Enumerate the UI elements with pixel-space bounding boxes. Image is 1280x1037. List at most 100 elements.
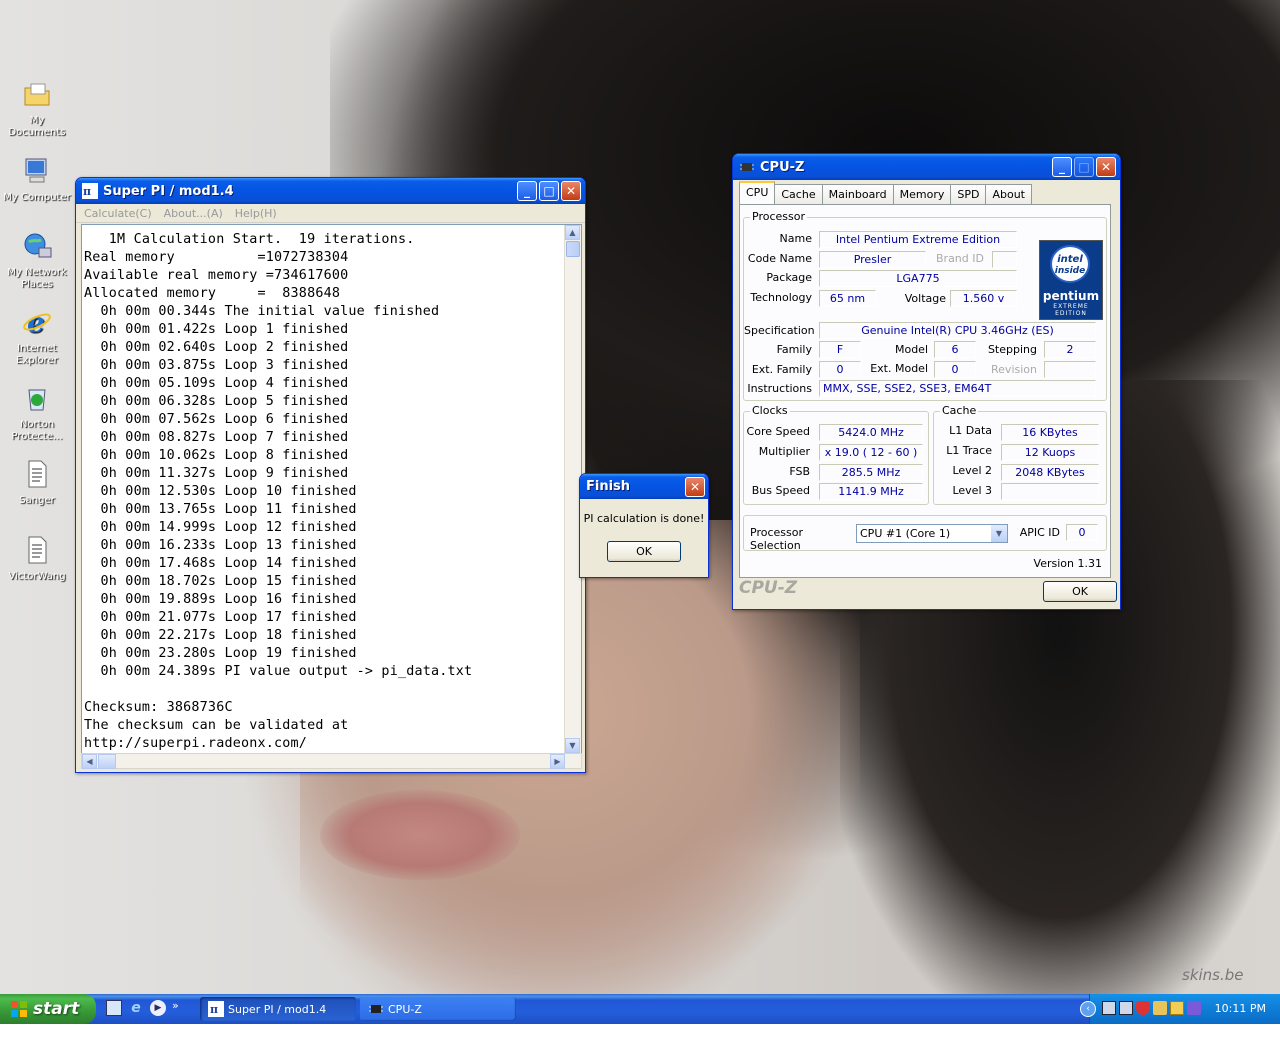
console-line: Real memory =1072738304	[84, 250, 349, 265]
technology-value: 65 nm	[819, 290, 876, 307]
superpi-output-text: 1M Calculation Start. 19 iterations. Real…	[82, 225, 581, 753]
finish-ok-button[interactable]: OK	[607, 541, 681, 562]
superpi-output-console[interactable]: 1M Calculation Start. 19 iterations. Real…	[81, 224, 582, 754]
console-line: 0h 00m 19.889s Loop 16 finished	[84, 592, 357, 607]
taskbar-item-superpi[interactable]: π Super PI / mod1.4	[200, 997, 356, 1021]
maximize-button[interactable]: □	[539, 181, 559, 201]
bus-speed-value: 1141.9 MHz	[819, 483, 923, 500]
chevron-right-icon[interactable]: »	[172, 1000, 182, 1016]
desktop-icon-victorwang[interactable]: VictorWang	[0, 534, 74, 583]
desktop-icon-my-documents[interactable]: My Documents	[0, 78, 74, 139]
tray-expand-icon[interactable]: ‹	[1080, 1001, 1096, 1017]
volume-icon[interactable]	[1153, 1001, 1167, 1015]
windows-logo-icon	[11, 1001, 27, 1017]
close-button[interactable]: ✕	[685, 477, 705, 497]
chevron-down-icon[interactable]: ▼	[991, 525, 1007, 542]
console-line: 0h 00m 00.344s The initial value finishe…	[84, 304, 440, 319]
minimize-button[interactable]: _	[1052, 157, 1072, 177]
tab-cpu[interactable]: CPU	[739, 181, 776, 206]
cpuz-window[interactable]: CPU-Z _ □ ✕ CPU Cache Mainboard Memory S…	[732, 153, 1121, 610]
scroll-left-button[interactable]: ◀	[82, 754, 97, 769]
package-label: Package	[766, 271, 812, 284]
close-button[interactable]: ✕	[561, 181, 581, 201]
processor-name-value: Intel Pentium Extreme Edition	[819, 231, 1017, 248]
cpuz-tabs: CPU Cache Mainboard Memory SPD About	[739, 181, 1032, 206]
network-icon[interactable]	[1119, 1001, 1133, 1015]
desktop-icon-norton-protected[interactable]: Norton Protecte...	[0, 382, 74, 443]
console-line: 0h 00m 17.468s Loop 14 finished	[84, 556, 357, 571]
l1-data-label: L1 Data	[949, 424, 992, 437]
level2-value: 2048 KBytes	[1001, 464, 1099, 481]
scroll-down-button[interactable]: ▼	[565, 738, 580, 753]
fsb-label: FSB	[789, 465, 810, 478]
tab-spd[interactable]: SPD	[950, 184, 987, 205]
apic-id-label: APIC ID	[1019, 526, 1060, 539]
technology-label: Technology	[750, 291, 812, 304]
superpi-titlebar[interactable]: π Super PI / mod1.4 _ □ ✕	[76, 178, 585, 204]
text-document-icon	[28, 460, 47, 488]
cpuz-titlebar[interactable]: CPU-Z _ □ ✕	[733, 154, 1120, 180]
minimize-button[interactable]: _	[517, 181, 537, 201]
revision-label: Revision	[991, 363, 1037, 376]
internet-explorer-icon[interactable]: e	[128, 1000, 144, 1016]
desktop-icon-sanger[interactable]: Sanger	[0, 458, 74, 507]
menu-help[interactable]: Help(H)	[235, 207, 277, 220]
network-icon[interactable]	[1102, 1001, 1116, 1015]
extmodel-value: 0	[934, 361, 976, 378]
tab-about[interactable]: About	[985, 184, 1032, 205]
hscroll-thumb[interactable]	[98, 754, 116, 769]
scroll-thumb[interactable]	[566, 241, 580, 257]
finish-message: PI calculation is done!	[583, 512, 705, 525]
superpi-window[interactable]: π Super PI / mod1.4 _ □ ✕ Calculate(C) A…	[75, 177, 586, 773]
processor-selection-group: Processor Selection CPU #1 (Core 1) ▼ AP…	[743, 515, 1107, 552]
horizontal-scrollbar[interactable]: ◀ ▶	[81, 753, 582, 769]
tab-mainboard[interactable]: Mainboard	[821, 184, 894, 205]
folder-icon[interactable]	[1170, 1001, 1184, 1015]
desktop-icon-my-computer[interactable]: My Computer	[0, 155, 74, 204]
network-places-icon	[24, 233, 52, 258]
tab-memory[interactable]: Memory	[892, 184, 952, 205]
desktop-icon-internet-explorer[interactable]: e Internet Explorer	[0, 306, 74, 367]
show-desktop-icon[interactable]	[106, 1000, 122, 1016]
processor-selection-dropdown[interactable]: CPU #1 (Core 1) ▼	[856, 524, 1008, 543]
console-line: 0h 00m 08.827s Loop 7 finished	[84, 430, 349, 445]
core-speed-value: 5424.0 MHz	[819, 424, 923, 441]
console-line: 0h 00m 14.999s Loop 12 finished	[84, 520, 357, 535]
app-tray-icon[interactable]	[1187, 1001, 1201, 1015]
console-line: 0h 00m 21.077s Loop 17 finished	[84, 610, 357, 625]
taskbar-item-cpuz[interactable]: CPU-Z	[360, 997, 516, 1021]
menu-about[interactable]: About...(A)	[164, 207, 223, 220]
cpuz-ok-button[interactable]: OK	[1043, 581, 1117, 602]
computer-icon	[25, 158, 47, 183]
console-line: 0h 00m 18.702s Loop 15 finished	[84, 574, 357, 589]
svg-text:π: π	[83, 185, 91, 198]
finish-titlebar[interactable]: Finish ✕	[580, 474, 708, 499]
desktop-icon-network-places[interactable]: My Network Places	[0, 230, 74, 291]
media-player-icon[interactable]: ▶	[150, 1000, 166, 1016]
superpi-app-icon: π	[82, 183, 98, 199]
apic-id-value: 0	[1066, 524, 1098, 541]
console-line: Available real memory =734617600	[84, 268, 349, 283]
processor-group: Processor Name Intel Pentium Extreme Edi…	[743, 210, 1107, 401]
core-speed-label: Core Speed	[746, 425, 810, 438]
intel-pentium-logo: intel inside pentium EXTREME EDITION	[1039, 240, 1103, 320]
console-line: 0h 00m 05.109s Loop 4 finished	[84, 376, 349, 391]
security-shield-icon[interactable]	[1136, 1001, 1150, 1015]
start-button[interactable]: start	[0, 994, 96, 1024]
cpuz-footer-brand: CPU-Z	[739, 578, 798, 598]
finish-dialog[interactable]: Finish ✕ PI calculation is done! OK	[579, 473, 709, 578]
voltage-value: 1.560 v	[950, 290, 1017, 307]
taskbar: start e ▶ » π Super PI / mod1.4 CPU-Z ‹ …	[0, 994, 1280, 1024]
tab-cache[interactable]: Cache	[774, 184, 823, 205]
multiplier-label: Multiplier	[758, 445, 810, 458]
console-line: 0h 00m 22.217s Loop 18 finished	[84, 628, 357, 643]
folder-documents-icon	[24, 83, 50, 106]
console-line: 0h 00m 23.280s Loop 19 finished	[84, 646, 357, 661]
menu-calculate[interactable]: Calculate(C)	[84, 207, 152, 220]
scroll-up-button[interactable]: ▲	[565, 225, 580, 240]
scroll-right-button[interactable]: ▶	[550, 754, 565, 769]
brandid-value	[992, 251, 1017, 268]
close-button[interactable]: ✕	[1096, 157, 1116, 177]
console-line: 0h 00m 12.530s Loop 10 finished	[84, 484, 357, 499]
